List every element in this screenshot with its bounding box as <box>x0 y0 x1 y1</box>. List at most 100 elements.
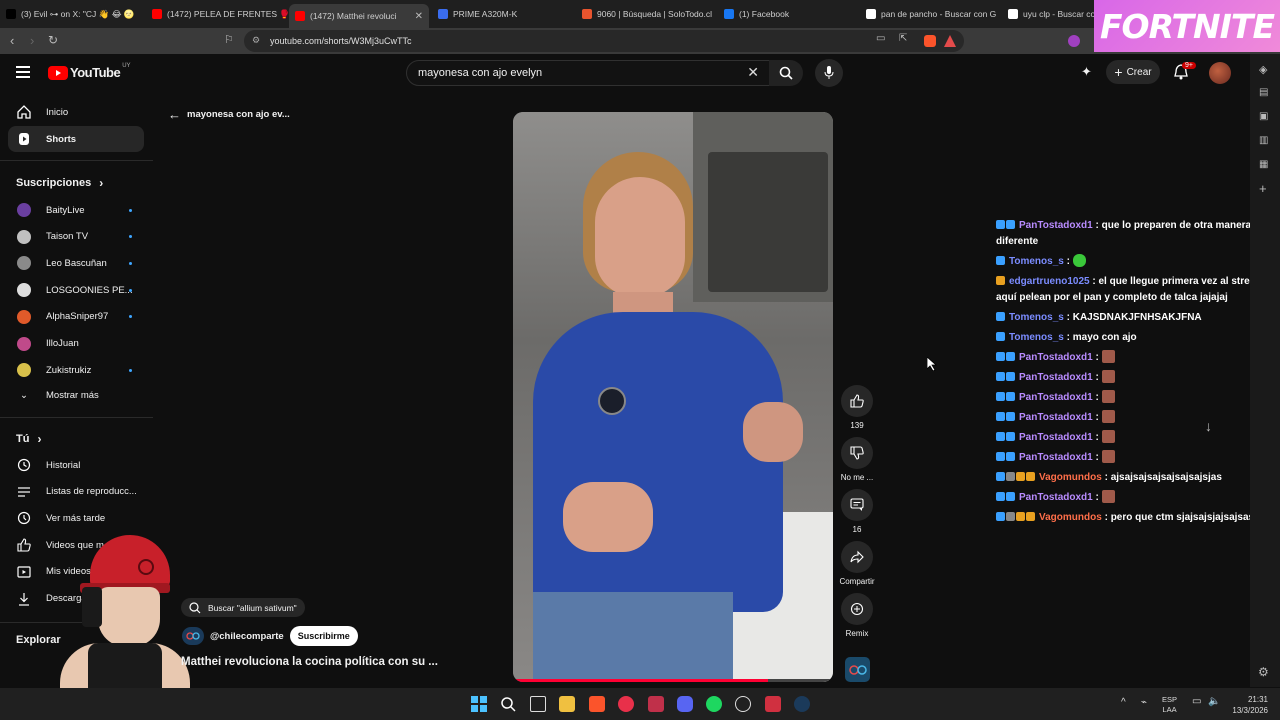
wallet-icon[interactable]: ▣ <box>1259 111 1268 122</box>
language-indicator[interactable]: ESP LAA <box>1162 695 1177 715</box>
chat-username[interactable]: PanTostadoxd1 <box>1019 392 1093 403</box>
channel-sound-thumbnail[interactable] <box>845 657 870 682</box>
bookmarks-panel-icon[interactable]: ▦ <box>1259 159 1268 170</box>
chat-username[interactable]: edgartrueno1025 <box>1009 276 1090 287</box>
forward-icon[interactable]: › <box>30 33 34 48</box>
subscription-item[interactable]: AlphaSniper97 <box>8 304 144 330</box>
extension-icon[interactable] <box>1068 35 1080 47</box>
monitor-icon[interactable]: ▭ <box>1192 696 1201 707</box>
notifications-button[interactable]: 9+ <box>1174 62 1196 85</box>
shorts-back-button[interactable]: ← mayonesa con ajo ev... <box>168 107 290 122</box>
ai-sparkle-icon[interactable]: ✦ <box>1081 64 1092 80</box>
create-button[interactable]: + Crear <box>1106 60 1160 84</box>
chat-username[interactable]: PanTostadoxd1 <box>1019 352 1093 363</box>
voice-search-button[interactable] <box>815 59 843 87</box>
subscription-item[interactable]: Zukistrukiz <box>8 357 144 383</box>
brave-shield-icon[interactable] <box>924 35 936 47</box>
subscription-item[interactable]: BaityLive <box>8 197 144 223</box>
adobe-icon[interactable] <box>648 696 664 712</box>
search-button[interactable] <box>769 60 803 86</box>
chat-username[interactable]: Tomenos_s <box>1009 332 1064 343</box>
bookmark-icon[interactable]: ⚐ <box>224 33 234 46</box>
task-view-icon[interactable] <box>530 696 546 712</box>
chat-username[interactable]: PanTostadoxd1 <box>1019 452 1093 463</box>
comments-button[interactable] <box>841 489 873 521</box>
close-tab-icon[interactable]: ✕ <box>409 11 429 22</box>
browser-tab[interactable]: (1472) PELEA DE FRENTES 🥊 <box>146 4 288 24</box>
progress-bar[interactable] <box>513 679 768 682</box>
sidebar-item-shorts[interactable]: Shorts <box>8 126 144 152</box>
app-icon[interactable] <box>765 696 781 712</box>
sidebar-item-inicio[interactable]: Inicio <box>8 99 144 125</box>
remix-button[interactable] <box>841 593 873 625</box>
reload-icon[interactable]: ↻ <box>48 33 58 47</box>
steam-icon[interactable] <box>794 696 810 712</box>
search-input[interactable]: mayonesa con ajo evelyn ✕ <box>406 60 770 86</box>
you-header[interactable]: Tú › <box>16 432 41 446</box>
browser-tab[interactable]: PRIME A320M-K <box>432 4 572 24</box>
chat-username[interactable]: PanTostadoxd1 <box>1019 220 1093 231</box>
browser-tab[interactable]: pan de pancho - Buscar con G <box>860 4 1000 24</box>
short-title[interactable]: Matthei revoluciona la cocina política c… <box>181 656 438 668</box>
url-field[interactable]: ⚙ youtube.com/shorts/W3Mj3uCwTTc <box>244 30 964 52</box>
chevron-up-icon[interactable]: ^ <box>1121 697 1126 708</box>
windows-start-icon[interactable] <box>471 696 487 712</box>
browser-tab[interactable]: uyu clp - Buscar con <box>1002 4 1094 24</box>
discord-icon[interactable] <box>677 696 693 712</box>
youtube-app-icon[interactable] <box>618 696 634 712</box>
search-chip[interactable]: Buscar "allium sativum" <box>181 598 305 617</box>
like-button[interactable] <box>841 385 873 417</box>
subscription-item[interactable]: IlloJuan <box>8 331 144 357</box>
thumbs-up-icon <box>850 394 864 408</box>
reading-list-icon[interactable]: ▤ <box>1259 87 1268 98</box>
subscription-item[interactable]: LOSGOONIES PE... <box>8 277 144 303</box>
history-panel-icon[interactable]: ▥ <box>1259 135 1268 146</box>
dislike-button[interactable] <box>841 437 873 469</box>
avatar[interactable] <box>1209 62 1231 84</box>
chat-username[interactable]: Vagomundos <box>1039 472 1102 483</box>
sidebar-item-playlist[interactable]: Listas de reproducc... <box>8 479 144 505</box>
subscribe-button[interactable]: Suscribirme <box>289 626 358 646</box>
file-explorer-icon[interactable] <box>559 696 575 712</box>
cast-icon[interactable]: ▭ <box>876 33 885 44</box>
share-button[interactable] <box>841 541 873 573</box>
share-icon[interactable]: ⇱ <box>899 33 907 44</box>
subscriptions-header[interactable]: Suscripciones › <box>16 176 103 190</box>
brave-browser-icon[interactable] <box>589 696 605 712</box>
chat-username[interactable]: PanTostadoxd1 <box>1019 432 1093 443</box>
settings-gear-icon[interactable]: ⚙ <box>1258 665 1269 679</box>
browser-tab[interactable]: 9060 | Búsqueda | SoloTodo.cl <box>576 4 716 24</box>
chat-username[interactable]: PanTostadoxd1 <box>1019 492 1093 503</box>
subscription-item[interactable]: Leo Bascuñan <box>8 250 144 276</box>
volume-icon[interactable]: 🔈 <box>1208 696 1220 707</box>
chat-username[interactable]: Tomenos_s <box>1009 312 1064 323</box>
chat-username[interactable]: Vagomundos <box>1039 512 1102 523</box>
browser-tab[interactable]: (3) Evil ⊶ on X: "CJ 👋 😂 🌝 <box>0 4 142 24</box>
add-panel-icon[interactable]: + <box>1259 181 1267 196</box>
clear-search-icon[interactable]: ✕ <box>747 64 759 81</box>
spotify-icon[interactable] <box>706 696 722 712</box>
fortnite-ad[interactable]: FORTNITE <box>1094 0 1280 52</box>
back-icon[interactable]: ‹ <box>10 33 14 48</box>
browser-tab[interactable]: (1) Facebook <box>718 4 858 24</box>
menu-icon[interactable] <box>16 66 30 78</box>
search-icon[interactable] <box>500 696 516 712</box>
browser-tab[interactable]: (1472) Matthei revoluci ✕ <box>289 4 429 28</box>
site-info-icon[interactable]: ⚙ <box>252 35 260 46</box>
chat-username[interactable]: Tomenos_s <box>1009 256 1064 267</box>
chat-username[interactable]: PanTostadoxd1 <box>1019 372 1093 383</box>
clock[interactable]: 21:31 13/3/2026 <box>1226 694 1268 716</box>
youtube-logo[interactable]: YouTube UY <box>48 63 131 80</box>
shorts-video-player[interactable] <box>513 112 833 682</box>
ai-icon[interactable]: ◈ <box>1259 63 1267 76</box>
show-more-button[interactable]: ⌄ Mostrar más <box>8 382 144 408</box>
steelseries-icon[interactable] <box>735 696 751 712</box>
sidebar-item-history[interactable]: Historial <box>8 452 144 478</box>
chat-username[interactable]: PanTostadoxd1 <box>1019 412 1093 423</box>
scroll-down-icon[interactable]: ↓ <box>1205 418 1212 434</box>
subscription-item[interactable]: Taison TV <box>8 224 144 250</box>
chat-badge-icon <box>1006 412 1015 421</box>
channel-avatar[interactable] <box>182 627 204 645</box>
channel-name[interactable]: @chilecomparte <box>210 631 284 642</box>
network-icon[interactable]: ⌁ <box>1141 697 1147 708</box>
